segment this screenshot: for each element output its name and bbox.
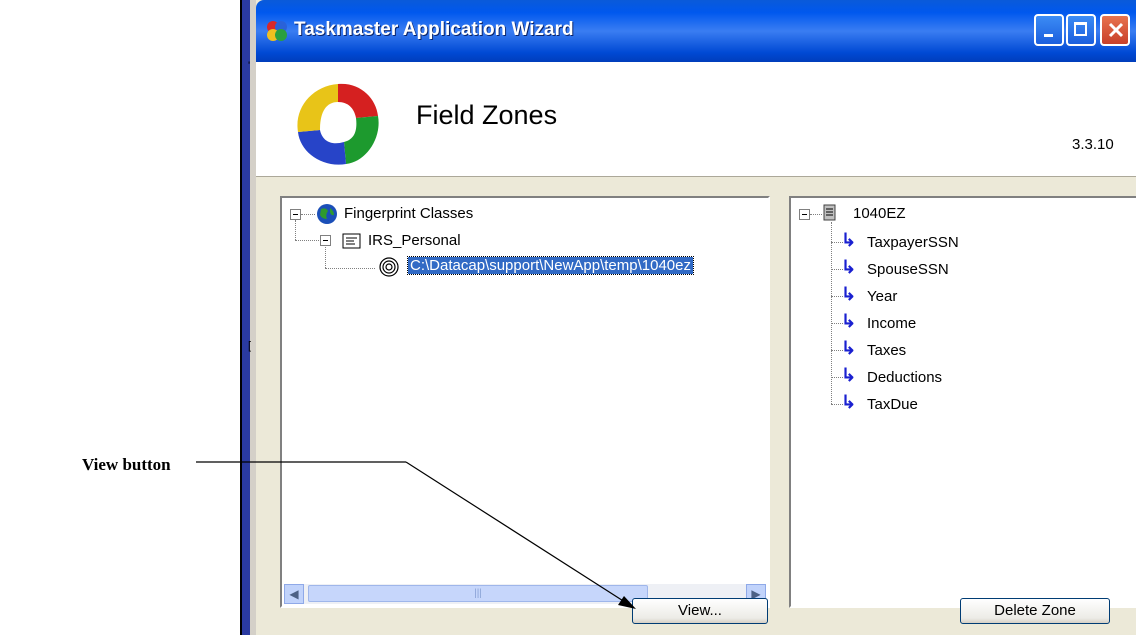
tree-item-field[interactable]: SpouseSSN [867, 261, 949, 278]
folder-doc-icon [342, 233, 361, 249]
tree-item-field[interactable]: Year [867, 288, 897, 305]
tree-item-field[interactable]: TaxpayerSSN [867, 234, 959, 251]
globe-icon [317, 204, 337, 224]
taskmaster-logo [297, 83, 379, 165]
scroll-left-button[interactable]: ◀ [284, 584, 304, 604]
minimize-icon [1044, 34, 1053, 37]
maximize-button[interactable] [1066, 14, 1096, 46]
version-label: 3.3.10 [1072, 136, 1114, 153]
field-tree-panel[interactable]: 1040EZ ↳ TaxpayerSSN ↳ SpouseSSN ↳ Year ↳ Incom… [789, 196, 1136, 608]
tree-item-field[interactable]: Income [867, 315, 916, 332]
tree-item-field[interactable]: Deductions [867, 369, 942, 386]
fingerprint-icon [379, 257, 399, 277]
collapse-1040ez[interactable] [799, 209, 810, 220]
close-icon [1108, 22, 1124, 38]
maximize-icon [1074, 22, 1087, 36]
wizard-window: Taskmaster Application Wizard Field Zone… [256, 0, 1136, 635]
tree-item-1040ez[interactable]: 1040EZ [853, 205, 906, 222]
field-arrow-icon: ↳ [841, 392, 857, 412]
tree-item-fingerprint-file[interactable]: C:\Datacap\support\NewApp\temp\1040ez [407, 256, 694, 275]
field-arrow-icon: ↳ [841, 257, 857, 277]
tree-item-irs-personal[interactable]: IRS_Personal [368, 232, 461, 249]
tree-item-field[interactable]: TaxDue [867, 396, 918, 413]
app-icon [267, 21, 287, 41]
field-arrow-icon: ↳ [841, 311, 857, 331]
view-button[interactable]: View... [632, 598, 768, 624]
scrollbar-thumb[interactable]: ||| [308, 585, 648, 602]
wizard-header: Field Zones 3.3.10 [256, 62, 1136, 177]
field-arrow-icon: ↳ [841, 230, 857, 250]
field-arrow-icon: ↳ [841, 365, 857, 385]
page-title: Field Zones [416, 100, 558, 130]
fingerprint-tree-panel[interactable]: Fingerprint Classes IRS_Personal C:\Data… [280, 196, 770, 608]
document-icon [823, 204, 836, 221]
close-button[interactable] [1100, 14, 1130, 46]
window-title: Taskmaster Application Wizard [294, 19, 574, 40]
minimize-button[interactable] [1034, 14, 1064, 46]
field-arrow-icon: ↳ [841, 284, 857, 304]
title-bar[interactable]: Taskmaster Application Wizard [256, 0, 1136, 62]
field-arrow-icon: ↳ [841, 338, 857, 358]
view-button-annotation: View button [82, 455, 171, 474]
collapse-fingerprint-classes[interactable] [290, 209, 301, 220]
tree-item-fingerprint-classes[interactable]: Fingerprint Classes [344, 205, 473, 222]
tree-item-field[interactable]: Taxes [867, 342, 906, 359]
collapse-irs-personal[interactable] [320, 235, 331, 246]
delete-zone-button[interactable]: Delete Zone [960, 598, 1110, 624]
